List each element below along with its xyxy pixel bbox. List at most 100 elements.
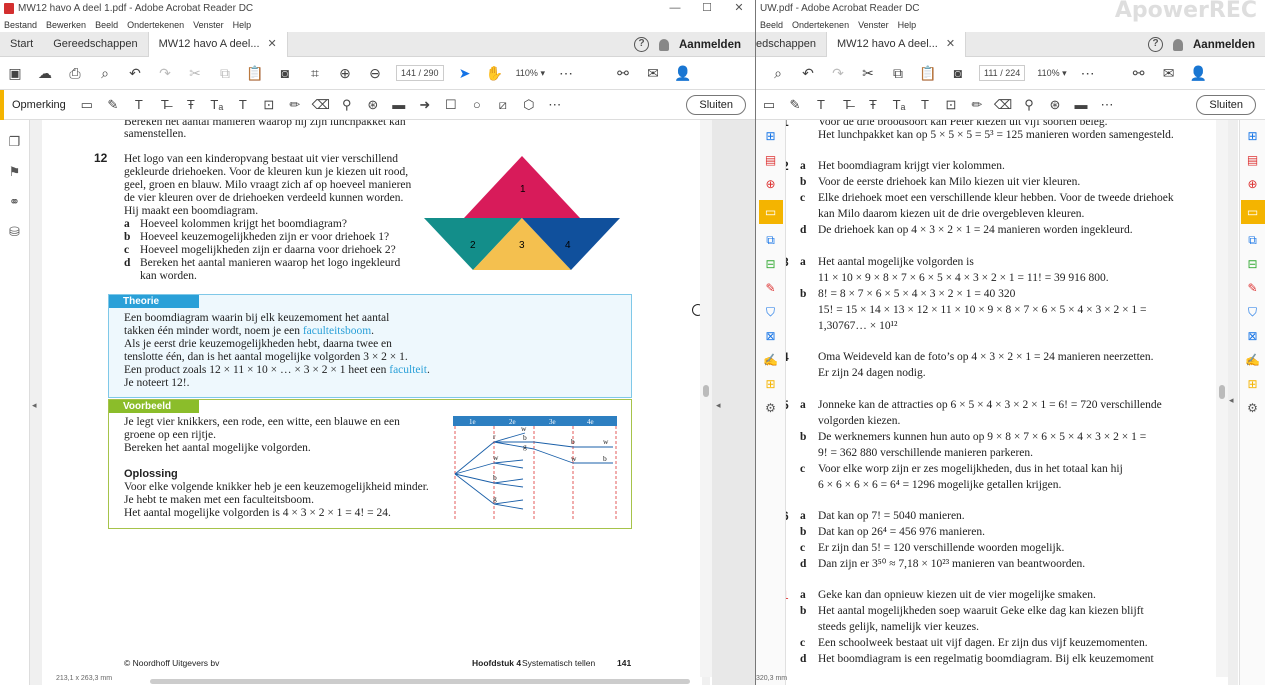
eraser-icon[interactable]: ⌫ bbox=[994, 96, 1012, 114]
excel-icon[interactable]: ⊟ bbox=[1245, 256, 1261, 272]
text-underline-icon[interactable]: T bbox=[130, 96, 148, 114]
attach-icon[interactable]: ⊛ bbox=[1046, 96, 1064, 114]
print-icon[interactable]: ⎙ bbox=[65, 63, 85, 83]
strikethrough-icon[interactable]: T̶ bbox=[838, 96, 856, 114]
link-icon[interactable]: ⚯ bbox=[1129, 63, 1149, 83]
scrollbar-thumb[interactable] bbox=[1219, 385, 1225, 399]
line-icon[interactable]: ▬ bbox=[390, 96, 408, 114]
sign-icon[interactable]: ✍ bbox=[763, 352, 779, 368]
redo-icon[interactable]: ↷ bbox=[155, 63, 175, 83]
page-down-icon[interactable]: ⊖ bbox=[365, 63, 385, 83]
combine-icon[interactable]: ⧉ bbox=[763, 232, 779, 248]
strikethrough-icon[interactable]: T̶ bbox=[156, 96, 174, 114]
send-icon[interactable]: ⊞ bbox=[763, 376, 779, 392]
undo-icon[interactable]: ↶ bbox=[125, 63, 145, 83]
menu-bewerken[interactable]: Bewerken bbox=[46, 20, 86, 30]
scan-icon[interactable]: ⊠ bbox=[763, 328, 779, 344]
help-icon[interactable]: ? bbox=[634, 37, 649, 52]
paste-icon[interactable]: 📋 bbox=[918, 63, 938, 83]
edit-pdf-icon[interactable]: ✎ bbox=[763, 280, 779, 296]
text-icon[interactable]: T bbox=[234, 96, 252, 114]
protect-icon[interactable]: ⛉ bbox=[763, 304, 779, 320]
replace-text-icon[interactable]: Ŧ bbox=[864, 96, 882, 114]
help-icon[interactable]: ? bbox=[1148, 37, 1163, 52]
hand-icon[interactable]: ✋ bbox=[485, 63, 505, 83]
cut-icon[interactable]: ✂ bbox=[185, 63, 205, 83]
layers-icon[interactable]: ⛁ bbox=[7, 224, 23, 240]
tab-document[interactable]: MW12 havo A deel... ✕ bbox=[825, 31, 967, 57]
arrow-icon[interactable]: ➜ bbox=[416, 96, 434, 114]
menu-venster[interactable]: Venster bbox=[858, 20, 889, 30]
find-icon[interactable]: ⌗ bbox=[305, 63, 325, 83]
more-icon[interactable]: ⋯ bbox=[1078, 63, 1098, 83]
comment-icon[interactable]: ▭ bbox=[760, 96, 778, 114]
stamp-icon[interactable]: ⚲ bbox=[338, 96, 356, 114]
upload-icon[interactable]: ☁ bbox=[35, 63, 55, 83]
scan-icon[interactable]: ⊠ bbox=[1245, 328, 1261, 344]
rectangle-icon[interactable]: ☐ bbox=[442, 96, 460, 114]
more-icon[interactable]: ⋯ bbox=[556, 63, 576, 83]
circle-icon[interactable]: ○ bbox=[468, 96, 486, 114]
zoom-select[interactable]: 110% ▾ bbox=[1037, 68, 1066, 79]
comment-icon[interactable]: ▭ bbox=[78, 96, 96, 114]
search-icon[interactable]: ⌕ bbox=[768, 63, 788, 83]
menu-ondertekenen[interactable]: Ondertekenen bbox=[127, 20, 184, 30]
close-annotation-button[interactable]: Sluiten bbox=[686, 95, 746, 115]
select-cursor-icon[interactable]: ➤ bbox=[455, 63, 475, 83]
minimize-icon[interactable]: — bbox=[659, 0, 691, 17]
menu-beeld[interactable]: Beeld bbox=[760, 20, 783, 30]
highlight-icon[interactable]: ✎ bbox=[786, 96, 804, 114]
line-icon[interactable]: ▬ bbox=[1072, 96, 1090, 114]
menu-help[interactable]: Help bbox=[233, 20, 252, 30]
stamp-icon[interactable]: ⚲ bbox=[1020, 96, 1038, 114]
text-icon[interactable]: T bbox=[916, 96, 934, 114]
menu-ondertekenen[interactable]: Ondertekenen bbox=[792, 20, 849, 30]
menu-beeld[interactable]: Beeld bbox=[95, 20, 118, 30]
scrollbar-thumb[interactable] bbox=[703, 385, 709, 397]
combine-icon[interactable]: ⧉ bbox=[1245, 232, 1261, 248]
tools-more-icon[interactable]: ⚙ bbox=[1245, 400, 1261, 416]
eraser-icon[interactable]: ⌫ bbox=[312, 96, 330, 114]
insert-text-icon[interactable]: Tₐ bbox=[890, 96, 908, 114]
tab-start[interactable]: Start bbox=[0, 32, 43, 57]
vertical-scrollbar[interactable] bbox=[1216, 120, 1228, 677]
undo-icon[interactable]: ↶ bbox=[798, 63, 818, 83]
export-pdf-icon[interactable]: ⊕ bbox=[1245, 176, 1261, 192]
tab-tools[interactable]: edschappen bbox=[756, 32, 826, 57]
sign-in-button[interactable]: Aanmelden bbox=[1193, 39, 1255, 51]
close-annotation-button[interactable]: Sluiten bbox=[1196, 95, 1256, 115]
tab-close-icon[interactable]: ✕ bbox=[268, 32, 277, 57]
text-underline-icon[interactable]: T bbox=[812, 96, 830, 114]
tools-more-icon[interactable]: ⚙ bbox=[763, 400, 779, 416]
more-annot-icon[interactable]: ⋯ bbox=[1098, 96, 1116, 114]
cut-icon[interactable]: ✂ bbox=[858, 63, 878, 83]
excel-icon[interactable]: ⊟ bbox=[763, 256, 779, 272]
add-user-icon[interactable]: 👤 bbox=[673, 63, 693, 83]
link-icon[interactable]: ⚯ bbox=[613, 63, 633, 83]
send-icon[interactable]: ⊞ bbox=[1245, 376, 1261, 392]
replace-text-icon[interactable]: Ŧ bbox=[182, 96, 200, 114]
sign-in-button[interactable]: Aanmelden bbox=[679, 39, 741, 51]
textbox-icon[interactable]: ⊡ bbox=[942, 96, 960, 114]
expand-icon[interactable]: ◂ bbox=[1229, 395, 1234, 406]
copy-icon[interactable]: ⧉ bbox=[888, 63, 908, 83]
sign-icon[interactable]: ✍ bbox=[1245, 352, 1261, 368]
more-annot-icon[interactable]: ⋯ bbox=[546, 96, 564, 114]
comment-tool-icon[interactable]: ▭ bbox=[1240, 200, 1265, 224]
insert-text-icon[interactable]: Tₐ bbox=[208, 96, 226, 114]
save-icon[interactable]: ▣ bbox=[5, 63, 25, 83]
tab-document[interactable]: MW12 havo A deel... ✕ bbox=[147, 31, 288, 57]
copy-icon[interactable]: ⧉ bbox=[215, 63, 235, 83]
pages-icon[interactable]: ❐ bbox=[7, 134, 23, 150]
mail-icon[interactable]: ✉ bbox=[643, 63, 663, 83]
export-pdf-icon[interactable]: ⊕ bbox=[763, 176, 779, 192]
organize-pages-icon[interactable]: ▤ bbox=[1245, 152, 1261, 168]
polygon-icon[interactable]: ⬡ bbox=[520, 96, 538, 114]
menu-venster[interactable]: Venster bbox=[193, 20, 224, 30]
expand-right-icon[interactable]: ◂ bbox=[716, 400, 721, 411]
notification-bell-icon[interactable] bbox=[1173, 38, 1183, 51]
document-viewport[interactable]: Bereken het aantal manieren waarop hij z… bbox=[30, 120, 710, 685]
organize-pages-icon[interactable]: ▤ bbox=[763, 152, 779, 168]
tab-tools[interactable]: Gereedschappen bbox=[43, 32, 147, 57]
add-user-icon[interactable]: 👤 bbox=[1189, 63, 1209, 83]
